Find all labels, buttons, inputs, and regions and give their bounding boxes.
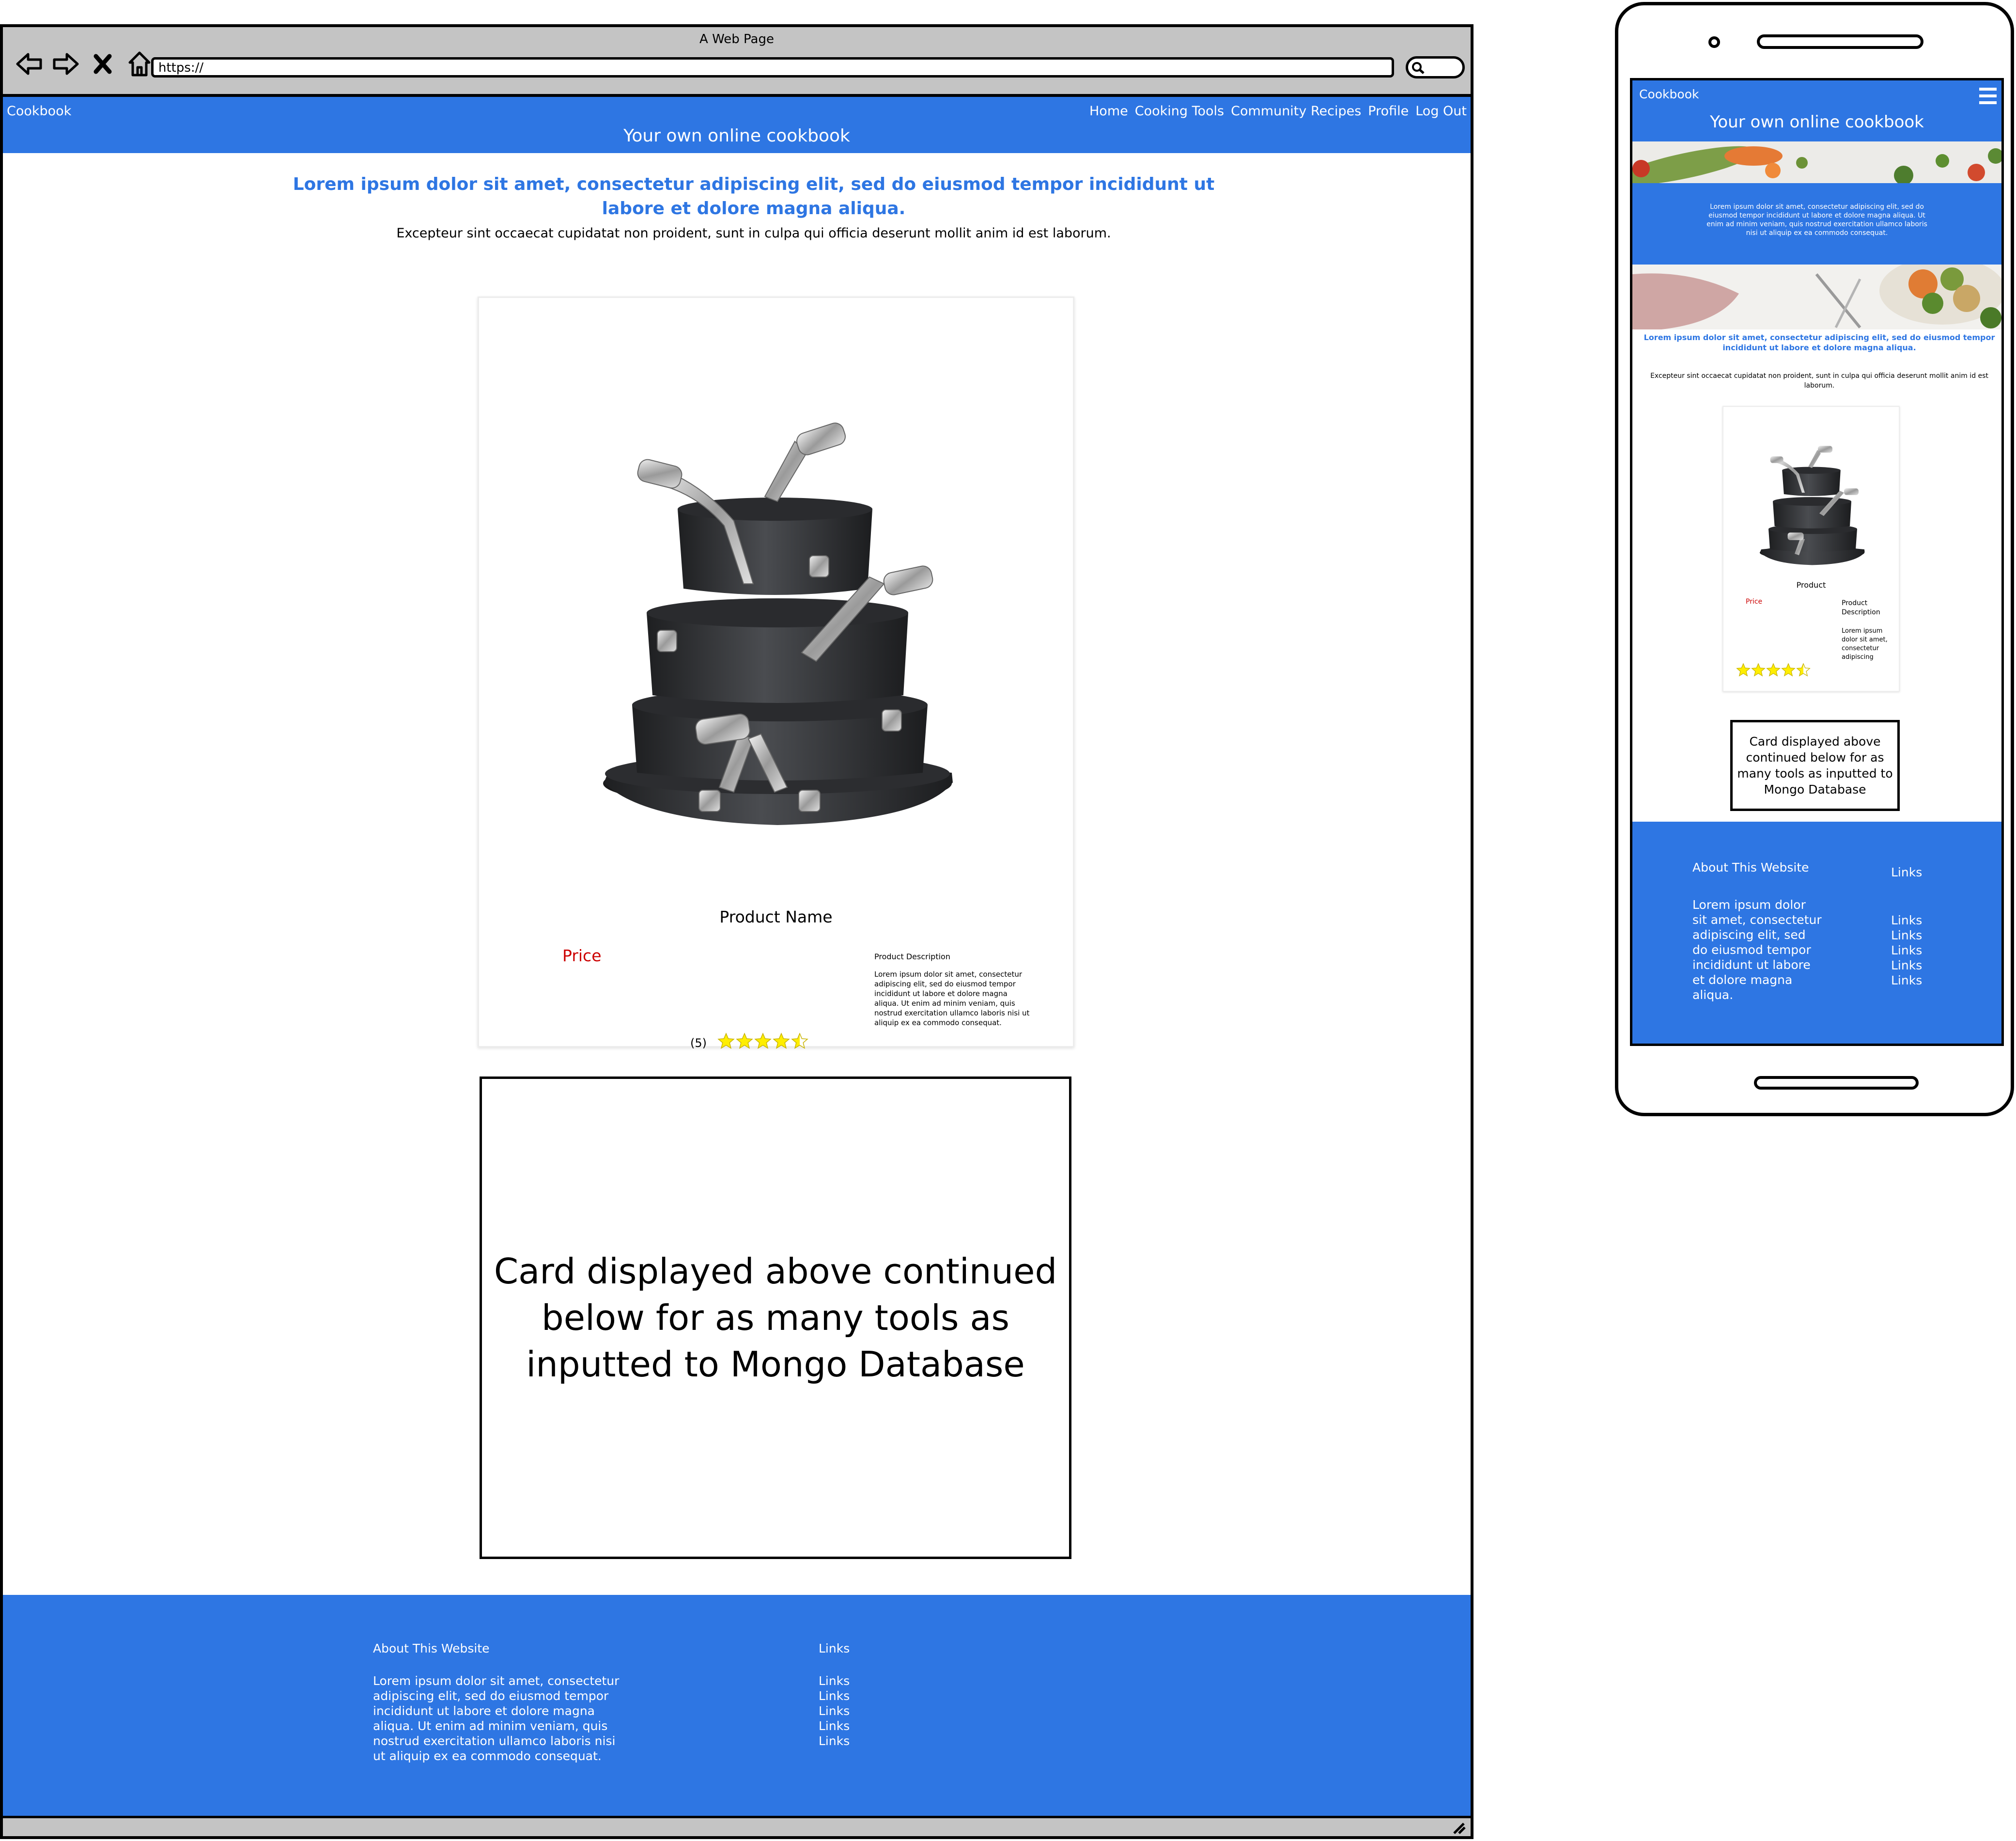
- footer-link[interactable]: Links: [819, 1733, 850, 1748]
- product-price: Price: [562, 946, 602, 965]
- desktop-browser-window: A Web Page https:// Cookbook Home Cookin…: [0, 24, 1473, 1839]
- star-rating: [717, 1032, 808, 1050]
- address-bar[interactable]: https://: [151, 57, 1394, 78]
- footer-links-heading: Links: [819, 1641, 850, 1655]
- site-navbar: Cookbook Home Cooking Tools Community Re…: [3, 97, 1471, 153]
- star-icon: [1736, 663, 1751, 677]
- mobile-footer-links-list: Links Links Links Links Links: [1891, 913, 1922, 988]
- footer-link[interactable]: Links: [819, 1688, 850, 1703]
- intro-sub: Excepteur sint occaecat cupidatat non pr…: [396, 226, 1111, 241]
- mobile-banner-text: Lorem ipsum dolor sit amet, consectetur …: [1706, 203, 1927, 237]
- browser-chrome: A Web Page https://: [3, 27, 1471, 97]
- footer-link[interactable]: Links: [819, 1718, 850, 1733]
- nav-item-cooking-tools[interactable]: Cooking Tools: [1135, 104, 1224, 119]
- product-card[interactable]: Product Name Price Product Description L…: [478, 296, 1074, 1050]
- intro-lead: Lorem ipsum dolor sit amet, consectetur …: [293, 174, 1215, 218]
- hero-title: Your own online cookbook: [623, 126, 850, 146]
- forward-arrow-icon[interactable]: [51, 49, 80, 78]
- phone-home-button[interactable]: [1754, 1076, 1919, 1090]
- nav-item-log-out[interactable]: Log Out: [1415, 104, 1467, 119]
- star-icon: [791, 1032, 808, 1049]
- phone-speaker: [1757, 34, 1923, 49]
- star-icon: [754, 1032, 772, 1049]
- mobile-cookware-image: [1736, 424, 1891, 570]
- mobile-annotation-note-box: Card displayed above continued below for…: [1730, 720, 1900, 811]
- close-x-icon[interactable]: [88, 49, 117, 78]
- star-icon: [1766, 663, 1781, 677]
- mobile-screen: Cookbook Your own online cookbook Lorem …: [1630, 78, 2004, 1046]
- browser-search-button[interactable]: [1406, 56, 1465, 78]
- browser-nav-buttons: [15, 49, 154, 78]
- resize-grip-icon[interactable]: [1450, 1821, 1467, 1835]
- mobile-annotation-note-text: Card displayed above continued below for…: [1737, 734, 1893, 796]
- intro-section: Lorem ipsum dolor sit amet, consectetur …: [274, 172, 1233, 241]
- mobile-footer-link[interactable]: Links: [1891, 913, 1922, 928]
- product-description-title: Product Description: [874, 952, 950, 961]
- product-name: Product Name: [719, 907, 833, 926]
- mobile-product-name: Product: [1796, 580, 1826, 590]
- star-icon: [736, 1032, 753, 1049]
- mobile-phone-frame: Cookbook Your own online cookbook Lorem …: [1615, 2, 2014, 1116]
- footer-links-list: Links Links Links Links Links: [819, 1673, 850, 1748]
- mobile-product-card[interactable]: Product Price Product Description Lorem …: [1722, 406, 1900, 692]
- back-arrow-icon[interactable]: [15, 49, 44, 78]
- mobile-footer-about-heading: About This Website: [1692, 860, 1809, 874]
- mobile-star-rating: [1736, 663, 1811, 677]
- nav-menu: Home Cooking Tools Community Recipes Pro…: [1089, 104, 1467, 119]
- vegetables-banner-image: [1632, 141, 2001, 186]
- phone-camera: [1708, 36, 1720, 48]
- star-icon: [773, 1032, 790, 1049]
- salad-bowl-banner-image: [1632, 257, 2001, 329]
- footer-link[interactable]: Links: [819, 1673, 850, 1688]
- mobile-hero-banner: Lorem ipsum dolor sit amet, consectetur …: [1632, 183, 2001, 265]
- stacked-cookware-pots-image: [526, 356, 1039, 841]
- product-description-text: Lorem ipsum dolor sit amet, consectetur …: [874, 970, 1030, 1027]
- rating-count: (5): [690, 1036, 707, 1050]
- mobile-product-description-title: Product Description: [1842, 599, 1880, 616]
- mobile-intro-lead: Lorem ipsum dolor sit amet, consectetur …: [1644, 333, 1995, 352]
- search-icon: [1412, 62, 1425, 74]
- footer-link[interactable]: Links: [819, 1703, 850, 1718]
- brand-link[interactable]: Cookbook: [7, 104, 71, 119]
- star-icon: [1796, 663, 1811, 677]
- mobile-brand-link[interactable]: Cookbook: [1639, 87, 1699, 101]
- star-icon: [1751, 663, 1766, 677]
- browser-status-bar: [3, 1816, 1471, 1836]
- home-icon[interactable]: [125, 49, 154, 78]
- mobile-footer-about-text: Lorem ipsum dolor sit amet, consectetur …: [1692, 898, 1822, 1002]
- annotation-note-box: Card displayed above continued below for…: [480, 1077, 1071, 1559]
- hamburger-menu-icon[interactable]: [1977, 86, 1999, 106]
- mobile-footer: About This Website Lorem ipsum dolor sit…: [1632, 822, 2001, 1044]
- window-title: A Web Page: [699, 32, 774, 47]
- annotation-note-text: Card displayed above continued below for…: [494, 1251, 1057, 1385]
- site-footer: About This Website Lorem ipsum dolor sit…: [3, 1595, 1471, 1816]
- mobile-hero-title: Your own online cookbook: [1710, 112, 1924, 132]
- mobile-footer-links-heading: Links: [1891, 865, 1923, 879]
- nav-item-home[interactable]: Home: [1089, 104, 1128, 119]
- mobile-footer-link[interactable]: Links: [1891, 928, 1922, 943]
- star-icon: [717, 1032, 735, 1049]
- mobile-navbar: Cookbook Your own online cookbook: [1632, 80, 2001, 141]
- mobile-footer-link[interactable]: Links: [1891, 973, 1922, 988]
- footer-about-heading: About This Website: [373, 1641, 490, 1655]
- mobile-product-description-text: Lorem ipsum dolor sit amet, consectetur …: [1842, 627, 1888, 661]
- mobile-footer-link[interactable]: Links: [1891, 943, 1922, 958]
- nav-item-community-recipes[interactable]: Community Recipes: [1231, 104, 1361, 119]
- star-icon: [1781, 663, 1796, 677]
- mobile-intro-sub: Excepteur sint occaecat cupidatat non pr…: [1650, 372, 1988, 390]
- mobile-footer-link[interactable]: Links: [1891, 958, 1922, 973]
- nav-item-profile[interactable]: Profile: [1368, 104, 1409, 119]
- mobile-product-price: Price: [1746, 598, 1763, 606]
- footer-about-text: Lorem ipsum dolor sit amet, consectetur …: [373, 1674, 620, 1763]
